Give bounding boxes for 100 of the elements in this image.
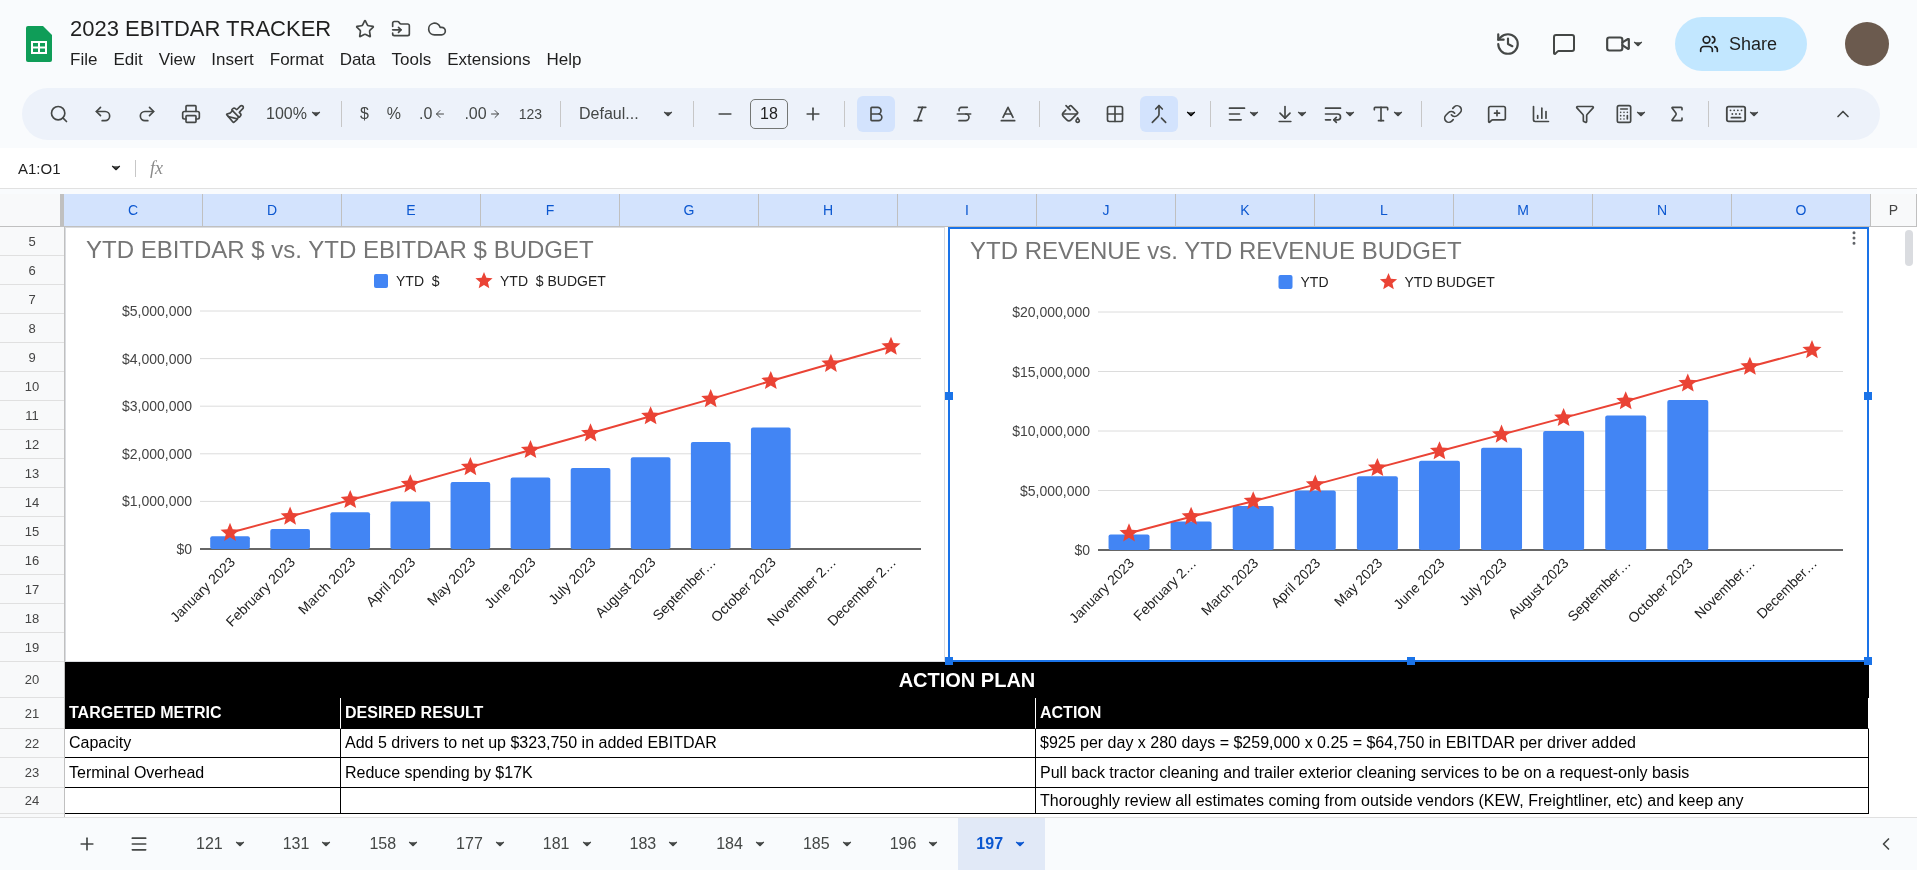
document-title[interactable]: 2023 EBITDAR TRACKER xyxy=(70,16,332,42)
sheet-tab[interactable]: 177 xyxy=(438,818,525,870)
row-number[interactable]: 18 xyxy=(0,604,64,633)
menu-item[interactable]: Extensions xyxy=(439,48,539,72)
column-header[interactable]: C xyxy=(64,194,203,226)
font-dropdown[interactable]: Defaul... xyxy=(573,105,681,123)
row-number[interactable]: 23 xyxy=(0,758,64,788)
cloud-icon[interactable] xyxy=(427,19,448,39)
menu-item[interactable]: File xyxy=(62,48,106,72)
sheet-tab[interactable]: 131 xyxy=(264,818,352,870)
resize-handle[interactable] xyxy=(945,392,953,400)
sheet-tab[interactable]: 185 xyxy=(784,818,872,870)
resize-handle[interactable] xyxy=(1406,657,1415,665)
axis-tick-label: $15,000,000 xyxy=(1012,363,1090,380)
name-box[interactable]: A1:O1 xyxy=(0,159,136,177)
column-header[interactable]: M xyxy=(1454,194,1593,226)
column-header[interactable]: E xyxy=(342,194,481,226)
bold-icon[interactable] xyxy=(857,96,895,132)
resize-handle[interactable] xyxy=(1864,657,1872,665)
row-number[interactable]: 8 xyxy=(0,314,64,343)
row-number[interactable]: 10 xyxy=(0,372,64,401)
decrease-decimal-button[interactable]: .0 xyxy=(413,105,453,123)
menu-item[interactable]: Edit xyxy=(105,48,151,72)
column-header[interactable]: P xyxy=(1871,194,1917,226)
table-cell: $925 per day x 280 days = $259,000 x 0.25 = $64,750 in EBITDAR per driver added xyxy=(1036,729,1869,758)
row-number[interactable]: 24 xyxy=(0,788,64,814)
row-number[interactable]: 7 xyxy=(0,285,64,314)
sheet-tab[interactable]: 183 xyxy=(611,818,699,870)
axis-tick-label: $5,000,000 xyxy=(121,303,192,319)
legend-label: YTD $ BUDGET xyxy=(500,273,607,289)
legend-label: YTD xyxy=(1300,274,1329,290)
share-button[interactable]: Share xyxy=(1674,17,1807,71)
resize-handle[interactable] xyxy=(945,657,953,665)
row-number[interactable]: 22 xyxy=(0,729,64,758)
menu-item[interactable]: Help xyxy=(538,48,590,72)
star-marker xyxy=(1181,506,1201,525)
font-size-field[interactable]: 18 xyxy=(750,99,788,129)
sheet-tab[interactable]: 196 xyxy=(871,818,959,870)
column-header[interactable]: K xyxy=(1176,194,1315,226)
calculator-icon xyxy=(1614,104,1634,124)
row-number[interactable]: 13 xyxy=(0,459,64,488)
star-marker xyxy=(701,389,721,408)
move-folder-icon[interactable] xyxy=(391,19,412,39)
sheet-tab[interactable]: 197 xyxy=(958,818,1046,870)
increase-decimal-button[interactable]: .00 xyxy=(458,105,507,123)
row-number[interactable]: 17 xyxy=(0,575,64,604)
align-icon xyxy=(1227,104,1247,124)
menu-item[interactable]: Data xyxy=(331,48,384,72)
row-number[interactable]: 16 xyxy=(0,546,64,575)
sheet-tab[interactable]: 121 xyxy=(178,818,265,870)
star-marker xyxy=(641,406,661,425)
menu-item[interactable]: Insert xyxy=(203,48,262,72)
column-header[interactable]: O xyxy=(1732,194,1871,226)
currency-format-button[interactable]: $ xyxy=(353,105,375,123)
row-number[interactable]: 14 xyxy=(0,488,64,517)
sheets-logo-icon[interactable] xyxy=(26,26,52,62)
row-number[interactable]: 20 xyxy=(0,662,64,698)
percent-format-button[interactable]: % xyxy=(380,105,408,123)
row-number[interactable]: 6 xyxy=(0,256,64,285)
axis-tick-label: $4,000,000 xyxy=(121,350,192,367)
avatar[interactable] xyxy=(1845,22,1889,66)
column-header[interactable]: L xyxy=(1315,194,1454,226)
row-number[interactable]: 19 xyxy=(0,633,64,662)
sheet-tab[interactable]: 158 xyxy=(351,818,439,870)
column-header[interactable]: H xyxy=(759,194,898,226)
chart-card[interactable] xyxy=(948,227,1869,662)
column-header[interactable]: F xyxy=(481,194,620,226)
star-icon[interactable] xyxy=(355,19,376,39)
resize-handle[interactable] xyxy=(1864,392,1872,400)
axis-tick-label: $3,000,000 xyxy=(121,398,192,415)
row-number[interactable]: 11 xyxy=(0,401,64,430)
row-number[interactable]: 9 xyxy=(0,343,64,372)
column-header[interactable]: N xyxy=(1593,194,1732,226)
star-marker xyxy=(1305,474,1325,493)
scrollbar-thumb[interactable] xyxy=(1905,230,1913,266)
column-header[interactable]: J xyxy=(1037,194,1176,226)
star-marker xyxy=(340,490,360,509)
column-header[interactable]: G xyxy=(620,194,759,226)
chart-bar xyxy=(390,501,431,549)
row-number[interactable]: 15 xyxy=(0,517,64,546)
row-number[interactable]: 5 xyxy=(0,227,64,256)
sheet-tab[interactable]: 181 xyxy=(524,818,612,870)
column-header[interactable]: D xyxy=(203,194,342,226)
column-header[interactable]: I xyxy=(898,194,1037,226)
star-marker xyxy=(881,336,901,355)
vertical-align-icon xyxy=(1275,104,1295,124)
row-number[interactable]: 12 xyxy=(0,430,64,459)
star-marker xyxy=(821,353,841,372)
zoom-dropdown[interactable]: 100% xyxy=(260,105,329,123)
row-number[interactable]: 21 xyxy=(0,698,64,729)
menu-item[interactable]: Format xyxy=(261,48,332,72)
sheet-tab[interactable]: 184 xyxy=(698,818,785,870)
column-heading: TARGETED METRIC xyxy=(65,698,341,729)
table-cell: Thoroughly review all estimates coming from outside vendors (KEW, Freightliner, etc) and keep any xyxy=(1036,788,1869,814)
menu-item[interactable]: Tools xyxy=(383,48,440,72)
arrow-icon xyxy=(434,108,447,120)
chart-bar xyxy=(450,481,491,549)
merge-cells-icon[interactable] xyxy=(1140,96,1178,132)
number-format-button[interactable]: 123 xyxy=(512,106,548,122)
menu-item[interactable]: View xyxy=(150,48,204,72)
